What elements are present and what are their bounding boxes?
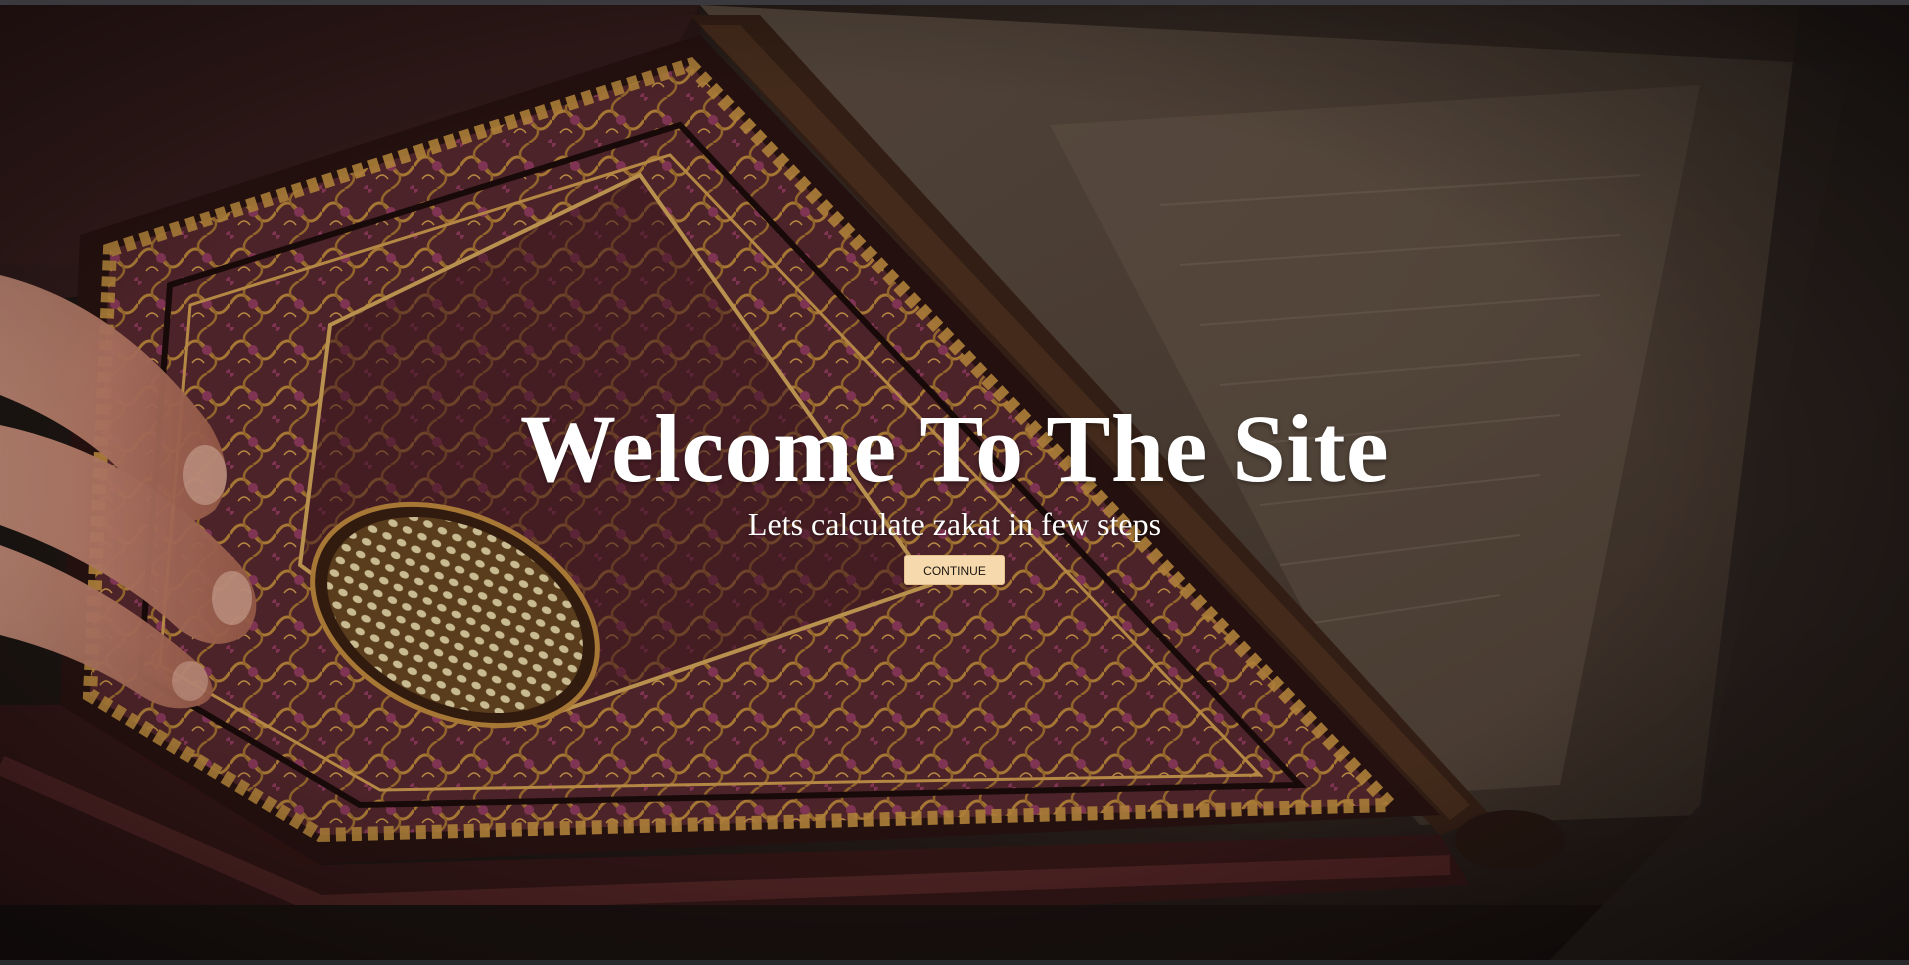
hero-content: Welcome To The Site Lets calculate zakat… [0, 397, 1909, 585]
browser-bottom-edge [0, 960, 1909, 965]
hero-subtitle: Lets calculate zakat in few steps [747, 506, 1162, 542]
hero-section: Welcome To The Site Lets calculate zakat… [0, 5, 1909, 960]
continue-button[interactable]: CONTINUE [904, 555, 1005, 585]
hero-title: Welcome To The Site [519, 395, 1390, 502]
landing-page: Welcome To The Site Lets calculate zakat… [0, 0, 1909, 965]
